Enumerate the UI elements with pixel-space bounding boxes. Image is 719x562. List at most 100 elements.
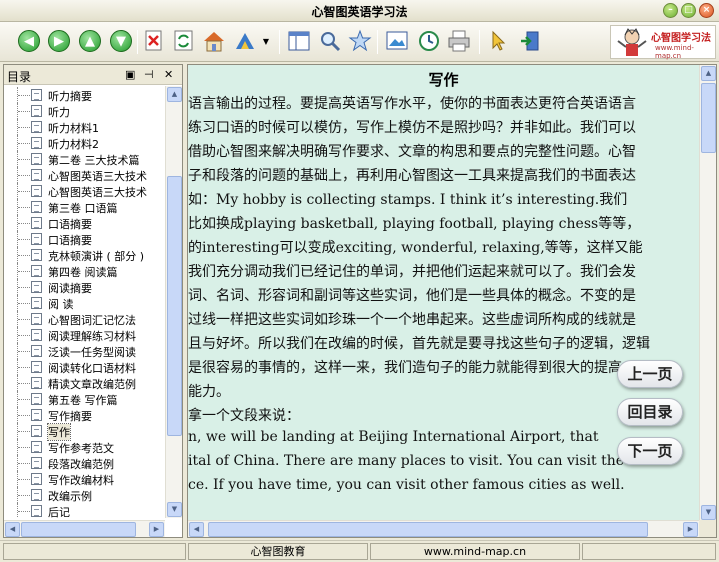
forward-icon: ▶ bbox=[48, 30, 70, 52]
pointer-button[interactable] bbox=[486, 29, 510, 53]
status-url: www.mind-map.cn bbox=[370, 543, 580, 560]
prev-page-button[interactable]: 上一页 bbox=[617, 360, 683, 388]
toc-item-label: 听力材料2 bbox=[48, 138, 99, 151]
toc-panel: 目录 ▣ ⊣ ✕ 听力摘要 听力 听力材料1 听力材料2 第二卷 三大技术篇 心智图英语三… bbox=[3, 64, 183, 538]
content-scroll-right-icon[interactable]: ▶ bbox=[683, 522, 698, 537]
toc-item-label: 口语摘要 bbox=[48, 234, 92, 247]
scroll-right-icon[interactable]: ▶ bbox=[149, 522, 164, 537]
document-icon bbox=[31, 217, 42, 229]
toc-item[interactable]: 阅读理解练习材料 bbox=[4, 327, 165, 343]
toc-scroll-thumb[interactable] bbox=[167, 176, 182, 436]
dock-icon[interactable]: ▣ bbox=[125, 68, 135, 81]
toc-item[interactable]: 写作摘要 bbox=[4, 407, 165, 423]
history-button[interactable] bbox=[417, 29, 441, 53]
toc-item[interactable]: 写作 bbox=[4, 423, 165, 441]
toc-item[interactable]: 听力摘要 bbox=[4, 87, 165, 103]
content-scroll-thumb[interactable] bbox=[701, 83, 716, 153]
close-button[interactable]: × bbox=[699, 3, 714, 18]
toc-header: 目录 ▣ ⊣ ✕ bbox=[4, 65, 182, 85]
image-button[interactable] bbox=[385, 29, 409, 53]
scroll-down-icon[interactable]: ▼ bbox=[167, 502, 182, 517]
toc-item-label: 第五卷 写作篇 bbox=[48, 394, 118, 407]
toc-item[interactable]: 泛读一任务型阅读 bbox=[4, 343, 165, 359]
content-vertical-scrollbar[interactable]: ▲ ▼ bbox=[699, 65, 716, 521]
toc-item[interactable]: 心智图词汇记忆法 bbox=[4, 311, 165, 327]
toc-item[interactable]: 口语摘要 bbox=[4, 215, 165, 231]
exit-button[interactable] bbox=[518, 29, 542, 53]
print-button[interactable] bbox=[447, 29, 471, 53]
search-icon bbox=[321, 32, 341, 52]
toc-item-label: 阅读摘要 bbox=[48, 282, 92, 295]
toc-item[interactable]: 第四卷 阅读篇 bbox=[4, 263, 165, 279]
search-button[interactable] bbox=[318, 29, 342, 53]
toc-item[interactable]: 段落改编范例 bbox=[4, 455, 165, 471]
toc-item[interactable]: 精读文章改编范例 bbox=[4, 375, 165, 391]
content-line: 词、名词、形容词和副词等这些实词，他们是一些具体的概念。不变的是 bbox=[188, 288, 636, 304]
refresh-icon bbox=[174, 30, 193, 51]
toc-item[interactable]: 后记 bbox=[4, 503, 165, 518]
toc-item[interactable]: 口语摘要 bbox=[4, 231, 165, 247]
dropdown-button[interactable]: ▼ bbox=[259, 29, 273, 53]
brand-logo: 心智图学习法 www.mind-map.cn bbox=[610, 25, 716, 60]
toc-item[interactable]: 写作改编材料 bbox=[4, 471, 165, 487]
document-icon bbox=[31, 105, 42, 117]
toc-item-label: 第二卷 三大技术篇 bbox=[48, 154, 140, 167]
next-page-button[interactable]: 下一页 bbox=[617, 437, 683, 465]
toc-item[interactable]: 写作参考范文 bbox=[4, 439, 165, 455]
toc-button[interactable]: 回目录 bbox=[617, 398, 683, 426]
toc-item-label: 第四卷 阅读篇 bbox=[48, 266, 118, 279]
document-icon bbox=[31, 377, 42, 389]
forward-button[interactable]: ▶ bbox=[47, 29, 71, 53]
content-line: 练习口语的时候可以模仿，写作上模仿不是照抄吗？并非如此。我们可以 bbox=[188, 120, 636, 136]
toc-item[interactable]: 听力 bbox=[4, 103, 165, 119]
content-scroll-down-icon[interactable]: ▼ bbox=[701, 505, 716, 520]
toc-item[interactable]: 听力材料2 bbox=[4, 135, 165, 151]
exit-icon bbox=[521, 31, 539, 51]
scroll-left-icon[interactable]: ◀ bbox=[5, 522, 20, 537]
toc-item[interactable]: 第二卷 三大技术篇 bbox=[4, 151, 165, 167]
toc-item[interactable]: 听力材料1 bbox=[4, 119, 165, 135]
toc-item[interactable]: 第三卷 口语篇 bbox=[4, 199, 165, 215]
down-button[interactable]: ▼ bbox=[109, 29, 133, 53]
document-icon bbox=[31, 281, 42, 293]
toc-item[interactable]: 阅读转化口语材料 bbox=[4, 359, 165, 375]
toc-item[interactable]: 心智图英语三大技术 bbox=[4, 167, 165, 183]
minimize-button[interactable]: – bbox=[663, 3, 678, 18]
up-button[interactable]: ▲ bbox=[78, 29, 102, 53]
content-line: 比如换成playing basketball, playing football… bbox=[188, 216, 641, 232]
content-line: 我们充分调动我们已经记住的单词，并把他们运起来就可以了。我们会发 bbox=[188, 264, 636, 280]
layout-button[interactable] bbox=[287, 29, 311, 53]
favorite-button[interactable] bbox=[348, 29, 372, 53]
document-icon bbox=[31, 505, 42, 517]
content-horizontal-scrollbar[interactable]: ◀ ▶ bbox=[188, 520, 700, 537]
home-button[interactable] bbox=[202, 29, 226, 53]
back-button[interactable]: ◀ bbox=[17, 29, 41, 53]
document-icon bbox=[31, 457, 42, 469]
scroll-up-icon[interactable]: ▲ bbox=[167, 87, 182, 102]
toc-item[interactable]: 阅读摘要 bbox=[4, 279, 165, 295]
toc-vertical-scrollbar[interactable]: ▲ ▼ bbox=[165, 86, 182, 518]
toc-item-label: 写作摘要 bbox=[48, 410, 92, 423]
content-hscroll-thumb[interactable] bbox=[208, 522, 648, 537]
toc-item-label: 阅读转化口语材料 bbox=[48, 362, 136, 375]
pin-icon[interactable]: ⊣ bbox=[144, 68, 154, 81]
tools-button[interactable] bbox=[233, 29, 257, 53]
toc-item[interactable]: 改编示例 bbox=[4, 487, 165, 503]
toc-horizontal-scrollbar[interactable]: ◀ ▶ bbox=[4, 520, 165, 537]
window-title: 心智图英语学习法 bbox=[311, 5, 408, 19]
toc-item[interactable]: 第五卷 写作篇 bbox=[4, 391, 165, 407]
favorite-icon bbox=[348, 29, 372, 52]
toc-hscroll-thumb[interactable] bbox=[21, 522, 136, 537]
maximize-button[interactable]: □ bbox=[681, 3, 696, 18]
refresh-button[interactable] bbox=[172, 29, 196, 53]
toc-item[interactable]: 心智图英语三大技术 bbox=[4, 183, 165, 199]
content-scroll-up-icon[interactable]: ▲ bbox=[701, 66, 716, 81]
document-icon bbox=[31, 233, 42, 245]
delete-button[interactable] bbox=[142, 29, 166, 53]
document-icon bbox=[31, 345, 42, 357]
toc-item[interactable]: 阅 读 bbox=[4, 295, 165, 311]
content-scroll-left-icon[interactable]: ◀ bbox=[189, 522, 204, 537]
close-panel-icon[interactable]: ✕ bbox=[164, 68, 173, 81]
logo-text: 心智图学习法 bbox=[651, 33, 711, 44]
toc-item[interactable]: 克林顿演讲 ( 部分 ) bbox=[4, 247, 165, 263]
